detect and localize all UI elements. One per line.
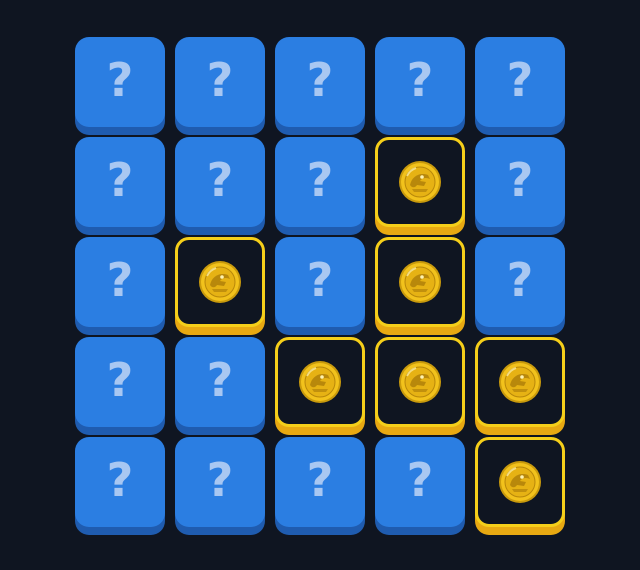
question-mark-icon: ? [106, 53, 134, 107]
tile-revealed-coin-r4-c4[interactable] [375, 337, 465, 427]
tile-revealed-coin-r2-c4[interactable] [375, 137, 465, 227]
tile-revealed-coin-r3-c2[interactable] [175, 237, 265, 327]
question-mark-icon: ? [206, 453, 234, 507]
tile-hidden-r1-c2[interactable]: ? [175, 37, 265, 127]
gold-coin-icon [398, 160, 442, 204]
tile-hidden-r5-c3[interactable]: ? [275, 437, 365, 527]
gold-coin-icon [198, 260, 242, 304]
question-mark-icon: ? [306, 253, 334, 307]
tile-hidden-r1-c5[interactable]: ? [475, 37, 565, 127]
tile-hidden-r3-c1[interactable]: ? [75, 237, 165, 327]
tile-hidden-r2-c5[interactable]: ? [475, 137, 565, 227]
question-mark-icon: ? [206, 353, 234, 407]
tile-revealed-coin-r5-c5[interactable] [475, 437, 565, 527]
tile-revealed-coin-r3-c4[interactable] [375, 237, 465, 327]
tile-hidden-r2-c1[interactable]: ? [75, 137, 165, 227]
question-mark-icon: ? [106, 153, 134, 207]
tile-revealed-coin-r4-c5[interactable] [475, 337, 565, 427]
tile-hidden-r3-c5[interactable]: ? [475, 237, 565, 327]
question-mark-icon: ? [406, 53, 434, 107]
question-mark-icon: ? [206, 153, 234, 207]
tile-revealed-coin-r4-c3[interactable] [275, 337, 365, 427]
tile-hidden-r2-c3[interactable]: ? [275, 137, 365, 227]
question-mark-icon: ? [406, 453, 434, 507]
gold-coin-icon [498, 460, 542, 504]
gold-coin-icon [398, 260, 442, 304]
question-mark-icon: ? [106, 453, 134, 507]
tile-hidden-r1-c3[interactable]: ? [275, 37, 365, 127]
question-mark-icon: ? [306, 153, 334, 207]
tile-hidden-r4-c2[interactable]: ? [175, 337, 265, 427]
tile-hidden-r5-c2[interactable]: ? [175, 437, 265, 527]
tile-hidden-r2-c2[interactable]: ? [175, 137, 265, 227]
tile-hidden-r1-c4[interactable]: ? [375, 37, 465, 127]
question-mark-icon: ? [506, 253, 534, 307]
question-mark-icon: ? [206, 53, 234, 107]
gold-coin-icon [498, 360, 542, 404]
question-mark-icon: ? [106, 253, 134, 307]
tile-hidden-r3-c3[interactable]: ? [275, 237, 365, 327]
gold-coin-icon [298, 360, 342, 404]
question-mark-icon: ? [306, 53, 334, 107]
question-mark-icon: ? [506, 53, 534, 107]
tile-hidden-r4-c1[interactable]: ? [75, 337, 165, 427]
question-mark-icon: ? [306, 453, 334, 507]
tile-hidden-r1-c1[interactable]: ? [75, 37, 165, 127]
game-board-grid: ?????????????????? [75, 37, 565, 527]
tile-hidden-r5-c1[interactable]: ? [75, 437, 165, 527]
gold-coin-icon [398, 360, 442, 404]
question-mark-icon: ? [106, 353, 134, 407]
question-mark-icon: ? [506, 153, 534, 207]
tile-hidden-r5-c4[interactable]: ? [375, 437, 465, 527]
